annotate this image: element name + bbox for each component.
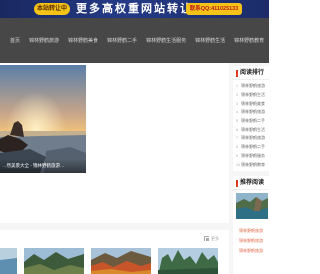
page: 本站转让中 更多高权重网站转让 联系QQ:411025133 首页 锦林野鹤旅游… — [0, 0, 269, 274]
water-photo — [0, 248, 17, 274]
strip-thumbnail[interactable] — [91, 248, 151, 274]
recommended-title: 推荐阅读 — [240, 180, 265, 186]
rank-link[interactable]: 锦林野鹤服务 — [241, 153, 265, 159]
rank-link[interactable]: 锦林野鹤旅游 — [241, 83, 265, 89]
autumn-forest-photo — [91, 248, 151, 274]
recommended-list: 锦林野鹤旅游 锦林野鹤旅游 锦林野鹤旅游 — [239, 226, 263, 256]
nav-items: 首页 锦林野鹤旅游 锦林野鹤美食 锦林野鹤二手 锦林野鹤生活服务 锦林野鹤生活 … — [10, 37, 264, 45]
rank-item[interactable]: 2 锦林野鹤生活 — [233, 91, 269, 100]
contact-qq-badge[interactable]: 联系QQ:411025133 — [186, 3, 242, 15]
nav-item-education[interactable]: 锦林野鹤教育 — [234, 37, 264, 45]
rank-item[interactable]: 9 锦林野鹤服务 — [233, 152, 269, 161]
rank-item[interactable]: 8 锦林野鹤二手 — [233, 143, 269, 152]
rank-link[interactable]: 锦林野鹤美食 — [241, 101, 265, 107]
strip-thumbnail[interactable] — [0, 248, 17, 274]
nav-item-secondhand[interactable]: 锦林野鹤二手 — [107, 37, 137, 45]
nav-item-life-service[interactable]: 锦林野鹤生活服务 — [146, 37, 186, 45]
rank-title: 阅读排行 — [240, 70, 265, 76]
rank-link[interactable]: 锦林野鹤旅游 — [241, 109, 265, 115]
hero-section: …然美景大全 - 锦林野鹤旅游… — [0, 63, 229, 223]
rank-item[interactable]: 1 锦林野鹤旅游 — [233, 82, 269, 91]
sidebar: 阅读排行 1 锦林野鹤旅游 2 锦林野鹤生活 3 锦林野鹤美食 4 锦林野鹤旅游 5 锦林… — [233, 63, 269, 274]
nav-item-home[interactable]: 首页 — [10, 37, 20, 45]
sunset-sea-photo — [0, 65, 86, 173]
rank-item[interactable]: 4 锦林野鹤旅游 — [233, 108, 269, 117]
more-icon — [204, 236, 210, 242]
recommended-link[interactable]: 锦林野鹤旅游 — [239, 246, 263, 256]
recommended-link[interactable]: 锦林野鹤旅游 — [239, 226, 263, 236]
panel-header: 推荐阅读 — [233, 176, 269, 190]
more-label[interactable]: 更多 — [211, 236, 219, 241]
rank-link[interactable]: 锦林野鹤二手 — [241, 118, 265, 124]
main-nav: 首页 锦林野鹤旅游 锦林野鹤美食 锦林野鹤二手 锦林野鹤生活服务 锦林野鹤生活 … — [0, 18, 269, 63]
karst-peaks-photo — [158, 248, 218, 274]
panel-header: 阅读排行 — [233, 66, 269, 80]
nav-item-travel[interactable]: 锦林野鹤旅游 — [29, 37, 59, 45]
reading-rank-panel: 阅读排行 1 锦林野鹤旅游 2 锦林野鹤生活 3 锦林野鹤美食 4 锦林野鹤旅游 5 锦林… — [233, 66, 269, 171]
strip-thumbnail[interactable] — [24, 248, 84, 274]
recommended-link[interactable]: 锦林野鹤旅游 — [239, 236, 263, 246]
rank-item[interactable]: 7 锦林野鹤旅游 — [233, 134, 269, 143]
rank-link[interactable]: 锦林野鹤二手 — [241, 144, 265, 150]
rank-link[interactable]: 锦林野鹤教育 — [241, 162, 265, 168]
nav-item-food[interactable]: 锦林野鹤美食 — [68, 37, 98, 45]
rank-item[interactable]: 6 锦林野鹤生活 — [233, 125, 269, 134]
cliff-coast-photo — [236, 193, 268, 219]
rank-item[interactable]: 3 锦林野鹤美食 — [233, 99, 269, 108]
nav-item-life[interactable]: 锦林野鹤生活 — [195, 37, 225, 45]
hero-caption[interactable]: …然美景大全 - 锦林野鹤旅游… — [0, 159, 86, 173]
rank-list: 1 锦林野鹤旅游 2 锦林野鹤生活 3 锦林野鹤美食 4 锦林野鹤旅游 5 锦林野鹤二手 … — [233, 80, 269, 169]
rank-link[interactable]: 锦林野鹤旅游 — [241, 135, 265, 141]
recommended-thumbnail[interactable] — [236, 193, 268, 219]
more-link[interactable]: 更多 — [204, 236, 219, 242]
rank-link[interactable]: 锦林野鹤生活 — [241, 127, 265, 133]
rank-item[interactable]: 10 锦林野鹤教育 — [233, 160, 269, 169]
rank-item[interactable]: 5 锦林野鹤二手 — [233, 117, 269, 126]
strip-thumbnail[interactable] — [158, 248, 218, 274]
hero-image[interactable] — [0, 65, 86, 173]
banner-title: 更多高权重网站转让 — [76, 3, 193, 15]
promo-banner[interactable]: 本站转让中 更多高权重网站转让 联系QQ:411025133 — [0, 0, 269, 18]
for-sale-badge[interactable]: 本站转让中 — [34, 3, 70, 15]
photo-strip: 更多 — [0, 230, 229, 274]
mountain-valley-photo — [24, 248, 84, 274]
recommended-panel: 推荐阅读 锦林野鹤旅游 锦林野鹤旅游 锦林野鹤旅游 — [233, 176, 269, 274]
rank-link[interactable]: 锦林野鹤生活 — [241, 92, 265, 98]
